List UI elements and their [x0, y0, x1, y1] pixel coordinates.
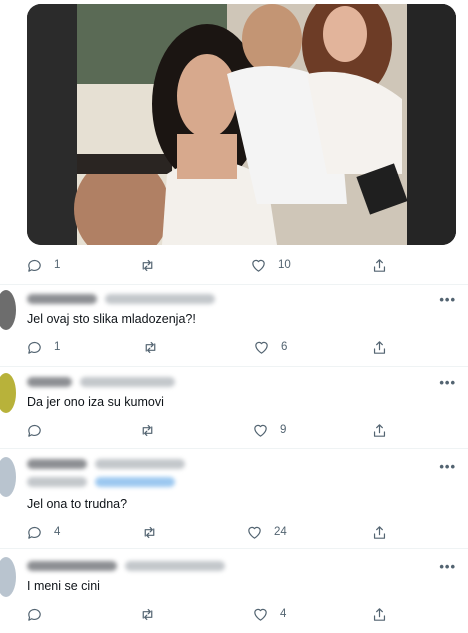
post-action-bar: 1 10	[0, 254, 468, 276]
more-options-button[interactable]: •••	[439, 292, 456, 307]
blurred-username	[27, 459, 87, 469]
reply-text: Jel ona to trudna?	[27, 497, 128, 511]
share-icon	[373, 258, 386, 272]
like-count: 9	[280, 424, 287, 436]
heart-icon	[254, 608, 267, 621]
like-button[interactable]: 6	[253, 336, 287, 358]
blurred-mention[interactable]	[95, 477, 175, 487]
blurred-handle	[95, 459, 185, 469]
retweet-icon	[142, 424, 153, 436]
reply-action-bar: 4	[0, 603, 468, 625]
retweet-button[interactable]	[142, 336, 159, 358]
reply-item: ••• I meni se cini 4	[0, 557, 468, 627]
like-count: 4	[280, 608, 287, 620]
group-photo-image	[27, 4, 456, 245]
like-button[interactable]: 4	[252, 603, 286, 625]
retweet-button[interactable]	[141, 521, 158, 543]
share-icon	[373, 423, 386, 437]
share-button[interactable]	[371, 521, 388, 543]
blurred-replying-to	[27, 477, 87, 487]
like-count: 24	[274, 526, 287, 538]
share-button[interactable]	[371, 336, 388, 358]
reply-text: Jel ovaj sto slika mladozenja?!	[27, 312, 196, 326]
heart-icon	[252, 259, 265, 272]
reply-button[interactable]	[26, 603, 54, 625]
reply-item: ••• Da jer ono iza su kumovi 9	[0, 373, 468, 445]
divider	[0, 366, 468, 367]
reply-action-bar: 1 6	[0, 336, 468, 358]
more-options-button[interactable]: •••	[439, 459, 456, 474]
share-icon	[373, 607, 386, 621]
blurred-handle	[80, 377, 175, 387]
heart-icon	[248, 526, 261, 539]
share-icon	[373, 340, 386, 354]
reply-action-bar: 4 24	[0, 521, 468, 543]
share-button[interactable]	[371, 419, 388, 441]
share-icon	[373, 525, 386, 539]
blurred-handle	[125, 561, 225, 571]
reply-icon	[28, 259, 41, 272]
like-button[interactable]: 10	[250, 254, 291, 276]
retweet-icon	[145, 341, 156, 353]
retweet-icon	[142, 259, 153, 271]
retweet-button[interactable]	[139, 603, 156, 625]
blurred-username	[27, 561, 117, 571]
avatar[interactable]	[0, 457, 16, 497]
reply-item: ••• Jel ona to trudna? 4 24	[0, 455, 468, 545]
avatar[interactable]	[0, 290, 16, 330]
reply-button[interactable]: 1	[26, 254, 60, 276]
reply-button[interactable]	[26, 419, 54, 441]
reply-text: Da jer ono iza su kumovi	[27, 395, 164, 409]
reply-count: 4	[54, 526, 61, 538]
heart-icon	[255, 341, 268, 354]
more-options-button[interactable]: •••	[439, 375, 456, 390]
more-options-button[interactable]: •••	[439, 559, 456, 574]
avatar[interactable]	[0, 557, 16, 597]
blurred-username	[27, 294, 97, 304]
reply-icon	[28, 526, 41, 539]
reply-icon	[28, 608, 41, 621]
post-photo[interactable]	[27, 4, 456, 245]
share-button[interactable]	[371, 603, 388, 625]
heart-icon	[254, 424, 267, 437]
reply-count: 1	[54, 259, 61, 271]
reply-count: 1	[54, 341, 61, 353]
reply-icon	[28, 424, 41, 437]
like-count: 6	[281, 341, 288, 353]
share-button[interactable]	[371, 254, 388, 276]
blurred-username	[27, 377, 72, 387]
like-button[interactable]: 24	[246, 521, 287, 543]
retweet-button[interactable]	[139, 254, 156, 276]
reply-button[interactable]: 1	[26, 336, 60, 358]
reply-icon	[28, 341, 41, 354]
divider	[0, 548, 468, 549]
reply-button[interactable]: 4	[26, 521, 60, 543]
like-button[interactable]: 9	[252, 419, 286, 441]
divider	[0, 448, 468, 449]
retweet-icon	[142, 608, 153, 620]
retweet-icon	[144, 526, 155, 538]
retweet-button[interactable]	[139, 419, 156, 441]
reply-text: I meni se cini	[27, 579, 100, 593]
divider	[0, 284, 468, 285]
like-count: 10	[278, 259, 291, 271]
reply-item: ••• Jel ovaj sto slika mladozenja?! 1 6	[0, 290, 468, 366]
avatar[interactable]	[0, 373, 16, 413]
blurred-handle	[105, 294, 215, 304]
reply-action-bar: 9	[0, 419, 468, 441]
